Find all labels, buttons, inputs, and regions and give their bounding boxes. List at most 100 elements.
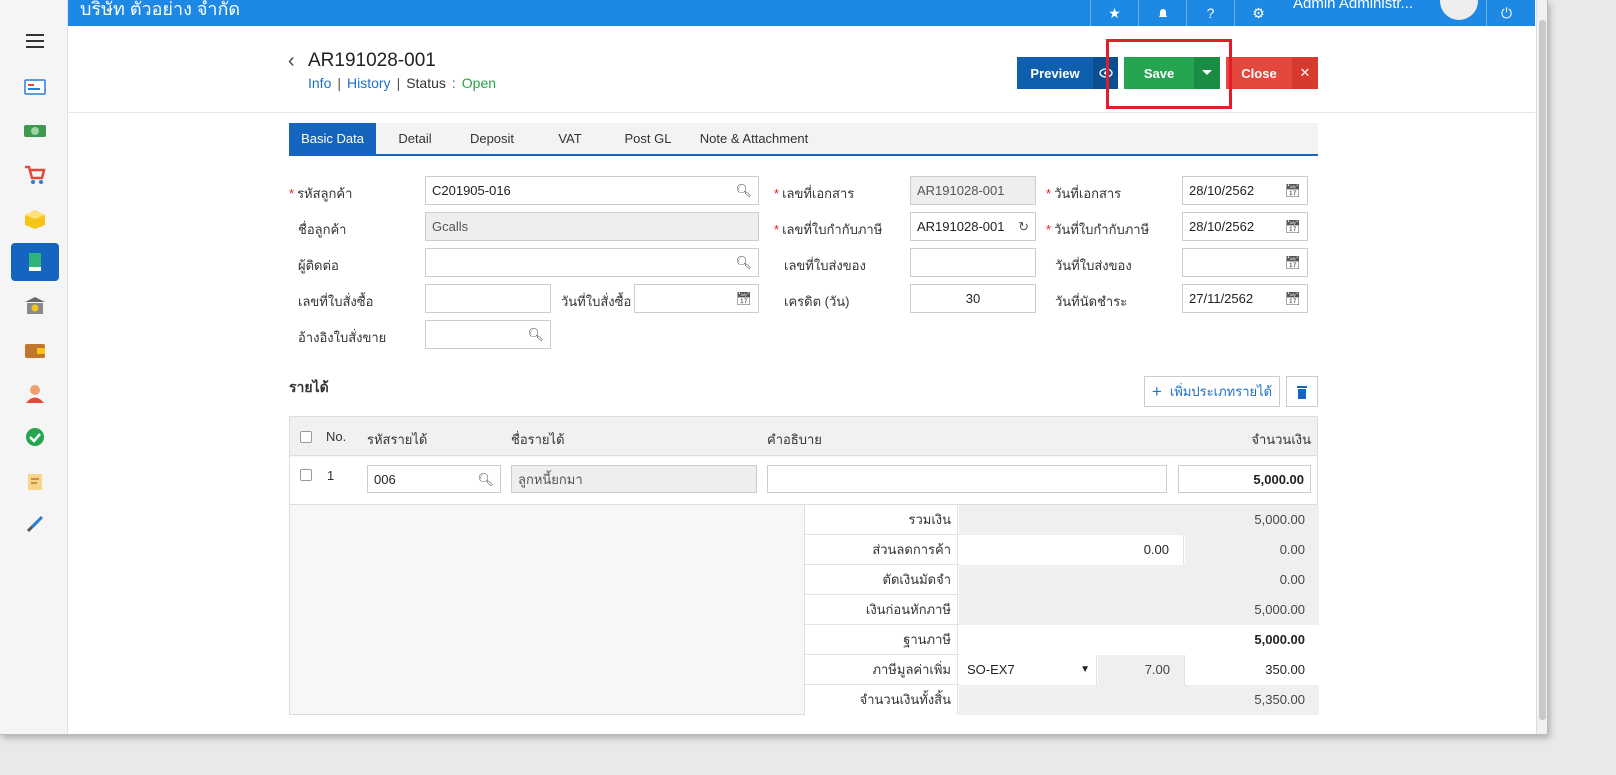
customer-code-field[interactable]: C201905-016 🔍︎: [425, 176, 759, 205]
power-icon[interactable]: ⏻: [1486, 0, 1526, 26]
menu-icon[interactable]: [26, 34, 44, 52]
income-code-field[interactable]: 006 🔍︎: [367, 465, 501, 493]
row-checkbox[interactable]: [300, 469, 312, 481]
doc-date-field[interactable]: 28/10/2562 📅︎: [1182, 176, 1308, 205]
summary-tax-base-row: ฐานภาษี 5,000.00: [805, 625, 1319, 655]
dashboard-icon[interactable]: [11, 68, 59, 106]
credit-field[interactable]: 30: [910, 284, 1036, 313]
gear-icon[interactable]: ⚙: [1234, 0, 1282, 26]
col-no: No.: [326, 429, 347, 444]
calendar-icon[interactable]: 📅︎: [735, 291, 752, 307]
company-name: บริษัท ตัวอย่าง จำกัด: [80, 0, 241, 19]
contact-field[interactable]: 🔍︎: [425, 248, 759, 277]
calendar-icon[interactable]: 📅︎: [1284, 219, 1301, 235]
discount-value: 0.00: [1185, 535, 1319, 565]
select-all-checkbox[interactable]: [300, 431, 312, 443]
money-icon[interactable]: [11, 112, 59, 150]
close-button[interactable]: Close: [1226, 57, 1292, 89]
calendar-icon[interactable]: 📅︎: [1284, 183, 1301, 199]
before-tax-label: เงินก่อนหักภาษี: [805, 595, 958, 625]
bell-icon[interactable]: [1138, 0, 1186, 26]
tools-icon[interactable]: [11, 505, 59, 543]
header-divider: [68, 112, 1535, 113]
tax-inv-date-field[interactable]: 28/10/2562 📅︎: [1182, 212, 1308, 241]
app-window: บริษัท ตัวอย่าง จำกัด ★ ? ⚙ Admin Admini…: [0, 0, 1548, 735]
plus-icon: +: [1151, 381, 1162, 401]
search-icon[interactable]: 🔍︎: [735, 183, 752, 199]
calendar-icon[interactable]: 📅︎: [1284, 255, 1301, 271]
tab-detail[interactable]: Detail: [383, 123, 447, 154]
search-icon[interactable]: 🔍︎: [527, 327, 544, 343]
vat-label: ภาษีมูลค่าเพิ่ม: [805, 655, 958, 685]
preview-button[interactable]: Preview: [1017, 57, 1093, 89]
summary-panel: รวมเงิน 5,000.00 ส่วนลดการค้า 0.00 0.00 …: [804, 505, 1319, 715]
scrollbar[interactable]: [1536, 0, 1547, 734]
tax-base-value[interactable]: 5,000.00: [959, 625, 1319, 655]
vat-code-select[interactable]: SO-EX7 ▼: [959, 655, 1097, 685]
trash-icon: [1297, 385, 1307, 399]
vat-amount[interactable]: 350.00: [1186, 655, 1319, 685]
table-row: 1 006 🔍︎ ลูกหนี้ยกมา 5,000.00: [290, 457, 1317, 505]
income-desc-field[interactable]: [767, 465, 1167, 493]
calendar-icon[interactable]: 📅︎: [1284, 291, 1301, 307]
book-icon[interactable]: [11, 243, 59, 281]
po-date-field[interactable]: 📅︎: [634, 284, 759, 313]
customer-name-label: ชื่อลูกค้า: [298, 222, 347, 237]
tax-inv-date-label: * วันที่ใบกำกับภาษี: [1046, 222, 1150, 237]
vat-rate: 7.00: [1098, 655, 1185, 685]
bank-icon[interactable]: [11, 287, 59, 325]
status-label: Status: [406, 75, 446, 91]
scroll-thumb[interactable]: [1539, 20, 1546, 720]
info-link[interactable]: Info: [308, 75, 331, 91]
due-date-field[interactable]: 27/11/2562 📅︎: [1182, 284, 1308, 313]
refresh-icon[interactable]: ↻: [1018, 219, 1029, 235]
box-icon[interactable]: [11, 200, 59, 238]
wallet-icon[interactable]: [11, 331, 59, 369]
search-icon[interactable]: 🔍︎: [735, 255, 752, 271]
delivery-date-label: วันที่ใบส่งของ: [1055, 258, 1132, 273]
history-link[interactable]: History: [347, 75, 391, 91]
grand-total-value: 5,350.00: [959, 685, 1319, 715]
summary-discount-row: ส่วนลดการค้า 0.00 0.00: [805, 535, 1319, 565]
total-value: 5,000.00: [959, 505, 1319, 535]
tab-post-gl[interactable]: Post GL: [615, 123, 681, 154]
po-date-label: วันที่ใบสั่งซื้อ: [561, 294, 632, 309]
so-ref-label: อ้างอิงใบสั่งขาย: [298, 330, 387, 345]
tab-basic-data[interactable]: Basic Data: [289, 123, 376, 154]
user-icon[interactable]: [11, 374, 59, 412]
col-amount: จำนวนเงิน: [1251, 432, 1311, 447]
tax-inv-no-field[interactable]: AR191028-001 ↻: [910, 212, 1036, 241]
cart-icon[interactable]: [11, 156, 59, 194]
delivery-date-field[interactable]: 📅︎: [1182, 248, 1308, 277]
customer-code-label: * รหัสลูกค้า: [289, 186, 353, 201]
save-highlight-box: [1106, 39, 1232, 109]
status-badge: Open: [461, 75, 497, 91]
tab-note-attachment[interactable]: Note & Attachment: [694, 123, 814, 154]
income-section-title: รายได้: [289, 379, 329, 395]
top-bar: บริษัท ตัวอย่าง จำกัด ★ ? ⚙ Admin Admini…: [68, 0, 1535, 26]
tab-vat[interactable]: VAT: [545, 123, 595, 154]
avatar[interactable]: [1440, 0, 1478, 20]
tab-deposit[interactable]: Deposit: [459, 123, 525, 154]
income-name-field: ลูกหนี้ยกมา: [511, 465, 757, 493]
customer-name-field: Gcalls: [425, 212, 759, 241]
col-desc: คำอธิบาย: [767, 432, 822, 447]
help-icon[interactable]: ?: [1186, 0, 1234, 26]
delivery-no-label: เลขที่ใบส่งของ: [784, 258, 866, 273]
star-icon[interactable]: ★: [1090, 0, 1138, 26]
discount-input[interactable]: 0.00: [959, 535, 1184, 565]
summary-before-tax-row: เงินก่อนหักภาษี 5,000.00: [805, 595, 1319, 625]
back-icon[interactable]: ‹: [288, 50, 295, 73]
search-icon[interactable]: 🔍︎: [477, 472, 494, 488]
po-no-field[interactable]: [425, 284, 551, 313]
close-icon[interactable]: ✕: [1292, 57, 1318, 89]
doc-no-label: * เลขที่เอกสาร: [774, 186, 855, 201]
delete-button[interactable]: [1286, 376, 1318, 407]
income-amount-field[interactable]: 5,000.00: [1178, 465, 1311, 493]
check-icon[interactable]: [11, 418, 59, 456]
admin-name[interactable]: Admin Administr...: [1293, 0, 1413, 12]
transfer-icon[interactable]: [11, 462, 59, 500]
so-ref-field[interactable]: 🔍︎: [425, 320, 551, 349]
delivery-no-field[interactable]: [910, 248, 1036, 277]
add-income-type-button[interactable]: + เพิ่มประเภทรายได้: [1144, 376, 1280, 407]
